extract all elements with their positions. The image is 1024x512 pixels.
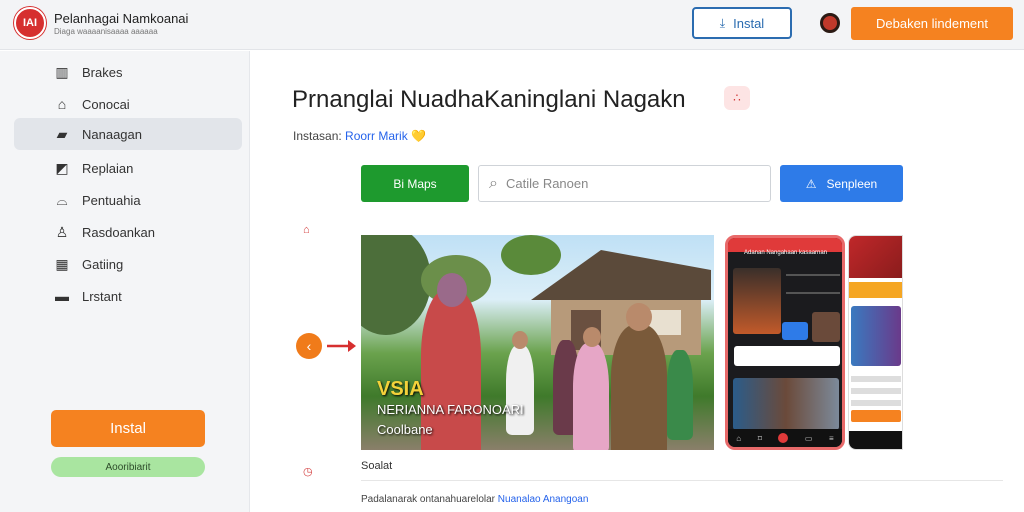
- alert-icon: ⚠: [805, 176, 817, 191]
- description-text: Padalanarak ontanahuarelolar: [361, 494, 495, 505]
- author-link[interactable]: Roorr Marik: [345, 129, 408, 143]
- bookmark-icon[interactable]: ⌂: [303, 224, 310, 236]
- phone-text-row: [851, 376, 901, 382]
- meta-prefix: Instasan:: [293, 129, 342, 143]
- phone-photo-strip: [733, 378, 839, 430]
- sidebar-item-label: Gatiing: [82, 256, 124, 272]
- page-title: Prnanglai NuadhaKaninglani Nagakn: [292, 86, 686, 113]
- phone-banner: [849, 236, 902, 278]
- phone-button: [782, 322, 808, 340]
- folder-icon: ▰: [56, 125, 68, 142]
- building-icon: ▥: [55, 63, 69, 80]
- person-head: [583, 327, 601, 347]
- header-install-label: Instal: [733, 15, 765, 31]
- sidebar-item-lrstant[interactable]: ▬ Lrstant: [14, 280, 242, 312]
- emoji-icon: ∴: [724, 86, 750, 110]
- person-shape: [667, 350, 693, 440]
- description: Padalanarak ontanahuarelolar Nuanalao An…: [361, 494, 588, 505]
- hero-caption-sub: NERIANNA FARONOARI: [377, 402, 524, 417]
- person-shape: [573, 343, 609, 450]
- sidebar-item-label: Nanaagan: [82, 126, 142, 142]
- download-icon: ⤓: [719, 15, 726, 30]
- sidebar-item-nanaagan[interactable]: ▰ Nanaagan: [14, 118, 242, 150]
- meta-line: Instasan: Roorr Marik 💛: [293, 129, 426, 143]
- sidebar-item-brakes[interactable]: ▥ Brakes: [14, 56, 242, 88]
- status-badge: Aooribiarit: [51, 457, 205, 477]
- arrow-right-icon: [327, 340, 356, 352]
- phone-photo: [733, 268, 781, 334]
- phone-text-row: [851, 400, 901, 406]
- menu-icon: ≡: [829, 433, 834, 443]
- sidebar-install-button[interactable]: Instal: [51, 410, 205, 447]
- hero-caption-main: VSIA: [377, 378, 424, 400]
- avatar[interactable]: [820, 13, 840, 33]
- phone-nav-bar: [849, 431, 902, 449]
- header-install-button[interactable]: ⤓ Instal: [692, 7, 792, 39]
- user-lock-icon: ♙: [55, 223, 69, 240]
- image-icon: ◩: [55, 159, 69, 176]
- search-icon: ⌕: [489, 174, 498, 192]
- sidebar-item-label: Brakes: [82, 64, 123, 80]
- phone-text-row: [851, 388, 901, 394]
- sidebar-item-pentuahia[interactable]: ⌓ Pentuahia: [14, 184, 242, 216]
- sidebar: ▥ Brakes ⌂ Conocai ▰ Nanaagan ◩ Replaian…: [0, 51, 250, 512]
- sidebar-item-gatiing[interactable]: ▦ Gatiing: [14, 248, 242, 280]
- sidebar-item-label: Conocai: [82, 96, 130, 112]
- home-icon: ⌂: [736, 433, 742, 443]
- sidebar-item-label: Rasdoankan: [82, 224, 155, 240]
- sidebar-item-label: Pentuahia: [82, 192, 141, 208]
- maps-button[interactable]: Bi Maps: [361, 165, 469, 202]
- sidebar-item-replaian[interactable]: ◩ Replaian: [14, 152, 242, 184]
- message-icon: ▭: [804, 433, 813, 443]
- phone-orange-bar: [851, 410, 901, 422]
- clock-icon[interactable]: ◷: [303, 465, 313, 478]
- section-label: Soalat: [361, 460, 393, 472]
- sidebar-item-label: Lrstant: [82, 288, 122, 304]
- person-shape: [611, 325, 667, 450]
- phone-nav-bar: ⌂ ⌑ ▭ ≡: [728, 429, 842, 447]
- grid-icon: ▦: [55, 255, 69, 272]
- hero-image[interactable]: VSIA NERIANNA FARONOARI Coolbane: [361, 235, 714, 450]
- search-button-label: Senpleen: [826, 176, 878, 191]
- search-input[interactable]: [505, 176, 746, 191]
- search-box[interactable]: ⌕: [478, 165, 771, 202]
- heart-icon: 💛: [411, 129, 427, 143]
- app-subtitle: Diaga waaaanisaaaa aaaaaa: [54, 27, 158, 36]
- sidebar-item-label: Replaian: [82, 160, 134, 176]
- description-link[interactable]: Nuanalao Anangoan: [498, 494, 589, 505]
- tree-shape: [501, 235, 561, 275]
- phone-preview-secondary[interactable]: [848, 235, 903, 450]
- app-logo[interactable]: IAI: [14, 7, 46, 39]
- home-icon: ⌂: [57, 96, 67, 112]
- phone-card: [734, 346, 840, 366]
- phone-strip: [849, 282, 902, 298]
- top-header: IAI Pelanhagai Namkoanai Diaga waaaanisa…: [0, 0, 1024, 50]
- person-head: [512, 331, 528, 349]
- header-cta-button[interactable]: Debaken lindement: [851, 7, 1013, 40]
- phone-text-block: [786, 274, 840, 294]
- bell-icon: ⌓: [56, 191, 68, 208]
- app-title: Pelanhagai Namkoanai: [54, 11, 189, 26]
- phone-preview[interactable]: Adanan Nangahaan kasaarnan ⌂ ⌑ ▭ ≡: [725, 235, 845, 450]
- person-head: [437, 273, 467, 307]
- tree-shape: [361, 235, 431, 335]
- lock-icon: ⌑: [757, 433, 762, 443]
- phone-title: Adanan Nangahaan kasaarnan: [744, 250, 828, 256]
- box-icon: ▬: [55, 288, 69, 304]
- record-icon: [778, 433, 789, 443]
- sidebar-item-conocai[interactable]: ⌂ Conocai: [14, 88, 242, 120]
- phone-thumbnail: [812, 312, 840, 342]
- carousel-prev-button[interactable]: ‹: [296, 333, 322, 359]
- person-shape: [506, 345, 534, 435]
- sidebar-item-rasdoankan[interactable]: ♙ Rasdoankan: [14, 216, 242, 248]
- phone-photo: [851, 306, 901, 366]
- search-button[interactable]: ⚠ Senpleen: [780, 165, 903, 202]
- person-head: [626, 303, 652, 331]
- hero-caption-tag: Coolbane: [377, 422, 433, 437]
- divider: [361, 480, 1003, 481]
